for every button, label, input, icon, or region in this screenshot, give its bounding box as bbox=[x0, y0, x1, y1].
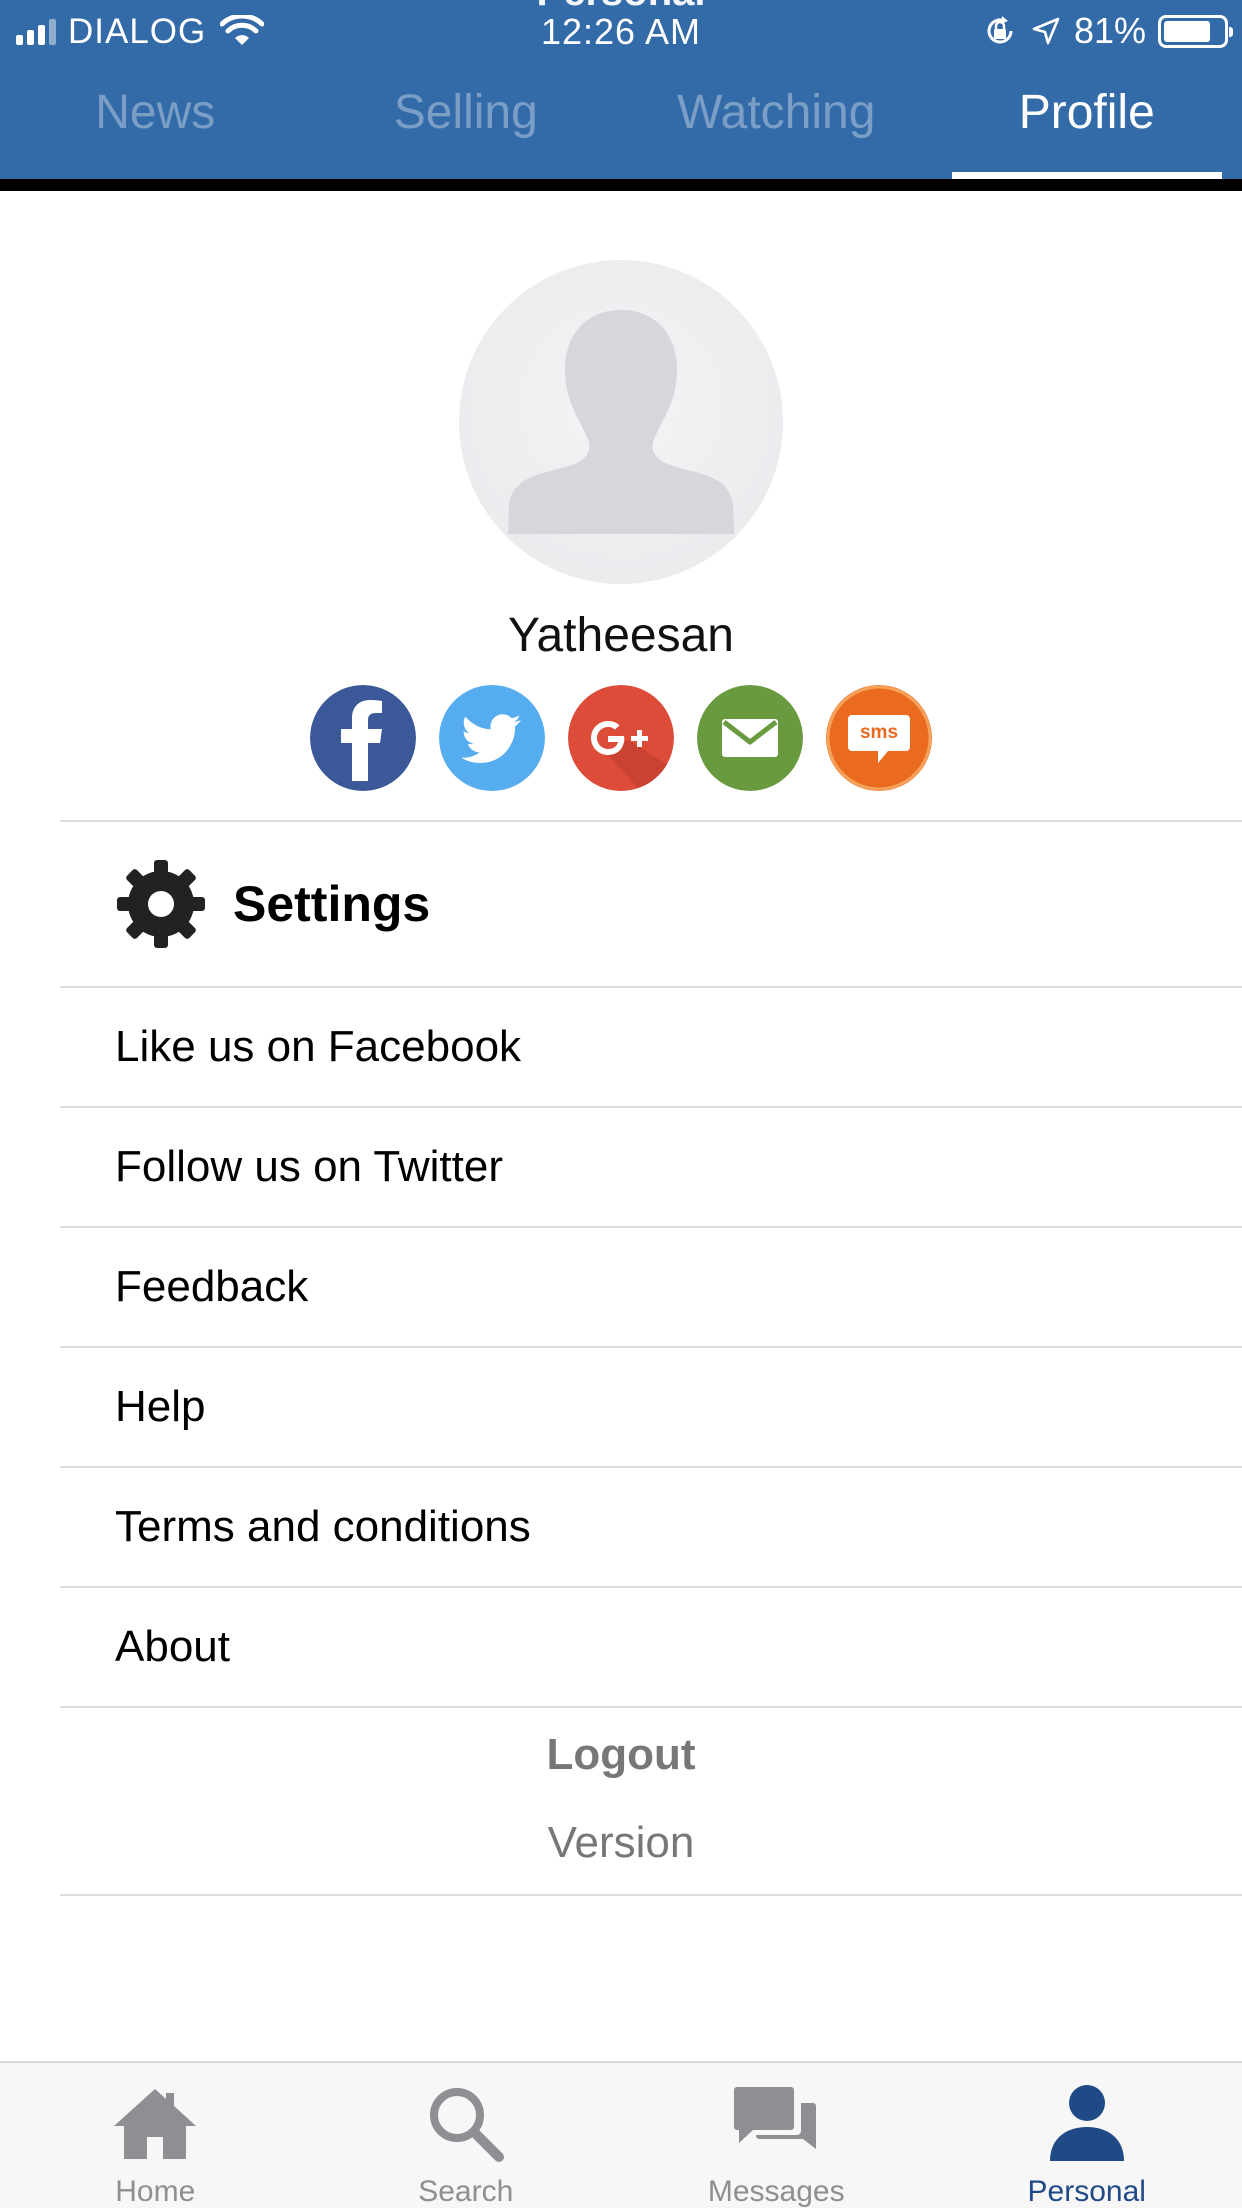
nav-tab-label: Search bbox=[418, 2175, 514, 2208]
tab-profile[interactable]: Profile bbox=[932, 65, 1242, 179]
person-placeholder-icon bbox=[508, 310, 734, 534]
email-share-button[interactable] bbox=[697, 685, 803, 791]
logout-button[interactable]: Logout bbox=[0, 1730, 1242, 1780]
menu-item-terms[interactable]: Terms and conditions bbox=[60, 1467, 1242, 1587]
menu-item-label: Help bbox=[115, 1382, 206, 1431]
search-icon bbox=[429, 2088, 504, 2162]
menu-item-follow-twitter[interactable]: Follow us on Twitter bbox=[60, 1107, 1242, 1227]
sms-icon-label: sms bbox=[860, 722, 898, 743]
messages-icon bbox=[734, 2087, 817, 2149]
tab-news[interactable]: News bbox=[0, 65, 311, 179]
menu-item-label: Feedback bbox=[115, 1262, 309, 1311]
menu-item-label: About bbox=[115, 1622, 230, 1671]
gear-icon bbox=[117, 860, 205, 948]
location-arrow-icon bbox=[1032, 17, 1060, 45]
share-buttons: sms bbox=[310, 685, 934, 791]
nav-tab-home[interactable]: Home bbox=[0, 2063, 311, 2208]
bottom-tab-bar: Home Search Messages Personal bbox=[0, 2061, 1242, 2208]
header-divider bbox=[0, 179, 1242, 191]
username: Yatheesan bbox=[508, 609, 734, 662]
nav-tab-label: Personal bbox=[1027, 2175, 1146, 2208]
nav-tab-label: Messages bbox=[707, 2175, 845, 2208]
home-icon bbox=[114, 2089, 197, 2159]
battery-icon bbox=[1158, 14, 1233, 48]
facebook-share-button[interactable] bbox=[310, 685, 416, 791]
menu-item-about[interactable]: About bbox=[60, 1587, 1242, 1707]
email-icon bbox=[697, 685, 803, 791]
nav-tab-messages[interactable]: Messages bbox=[621, 2063, 932, 2208]
top-tabs: News Selling Watching Profile bbox=[0, 65, 1242, 179]
status-bar: Personal DIALOG 12:26 AM bbox=[0, 0, 1242, 60]
nav-tab-label: Home bbox=[115, 2175, 196, 2208]
avatar[interactable] bbox=[459, 260, 783, 584]
sms-icon: sms bbox=[826, 685, 932, 791]
tab-selling[interactable]: Selling bbox=[311, 65, 622, 179]
nav-tab-personal[interactable]: Personal bbox=[932, 2063, 1242, 2208]
twitter-icon bbox=[439, 685, 545, 791]
orientation-lock-icon bbox=[987, 16, 1013, 44]
facebook-icon bbox=[310, 685, 416, 791]
person-icon bbox=[1049, 2085, 1124, 2161]
menu-item-feedback[interactable]: Feedback bbox=[60, 1227, 1242, 1347]
tab-watching[interactable]: Watching bbox=[621, 65, 932, 179]
version-label: Version bbox=[547, 1818, 695, 1867]
settings-label: Settings bbox=[233, 876, 431, 932]
menu-item-like-facebook[interactable]: Like us on Facebook bbox=[60, 987, 1242, 1107]
battery-level bbox=[1164, 20, 1210, 42]
divider bbox=[60, 1706, 1242, 1708]
nav-tab-search[interactable]: Search bbox=[311, 2063, 622, 2208]
menu-item-label: Terms and conditions bbox=[115, 1502, 531, 1551]
menu-item-label: Follow us on Twitter bbox=[115, 1142, 504, 1191]
sms-share-button[interactable]: sms bbox=[826, 685, 932, 791]
battery-percentage: 81% bbox=[1073, 10, 1146, 51]
menu-item-help[interactable]: Help bbox=[60, 1347, 1242, 1467]
divider bbox=[60, 1894, 1242, 1896]
google-plus-icon bbox=[568, 685, 674, 791]
google-plus-share-button[interactable] bbox=[568, 685, 674, 791]
menu-item-label: Like us on Facebook bbox=[115, 1022, 522, 1071]
settings-row[interactable]: Settings bbox=[60, 822, 1242, 986]
app-header: Personal DIALOG 12:26 AM bbox=[0, 0, 1242, 179]
twitter-share-button[interactable] bbox=[439, 685, 545, 791]
